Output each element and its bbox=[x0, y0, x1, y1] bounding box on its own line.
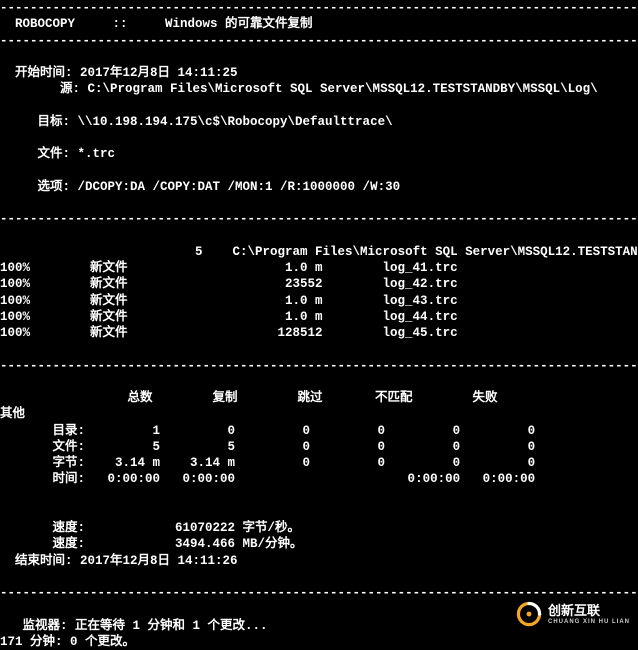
blank bbox=[0, 488, 638, 504]
speed-bytes: 速度: 61070222 字节/秒。 bbox=[0, 520, 638, 536]
file-row: 100% 新文件 1.0 m log_44.trc bbox=[0, 309, 638, 325]
start-time: 开始时间: 2017年12月8日 14:11:25 bbox=[0, 65, 638, 81]
summary-header: 总数 复制 跳过 不匹配 失败 bbox=[0, 390, 638, 406]
summary-other: 其他 bbox=[0, 406, 638, 422]
blank bbox=[0, 228, 638, 244]
file-pattern: 文件: *.trc bbox=[0, 146, 638, 162]
options: 选项: /DCOPY:DA /COPY:DAT /MON:1 /R:100000… bbox=[0, 179, 638, 195]
summary-files: 文件: 5 5 0 0 0 0 bbox=[0, 439, 638, 455]
end-time: 结束时间: 2017年12月8日 14:11:26 bbox=[0, 553, 638, 569]
blank bbox=[0, 130, 638, 146]
file-row: 100% 新文件 1.0 m log_41.trc bbox=[0, 260, 638, 276]
dir-count: 5 C:\Program Files\Microsoft SQL Server\… bbox=[0, 244, 638, 260]
speed-mb: 速度: 3494.466 MB/分钟。 bbox=[0, 536, 638, 552]
logo-icon bbox=[516, 601, 542, 627]
divider: ----------------------------------------… bbox=[0, 358, 638, 374]
blank bbox=[0, 374, 638, 390]
blank bbox=[0, 163, 638, 179]
target-path: 目标: \\10.198.194.175\c$\Robocopy\Default… bbox=[0, 114, 638, 130]
watermark-logo: 创新互联 CHUANG XIN HU LIAN bbox=[516, 601, 630, 627]
file-row: 100% 新文件 23552 log_42.trc bbox=[0, 276, 638, 292]
summary-time: 时间: 0:00:00 0:00:00 0:00:00 0:00:00 bbox=[0, 471, 638, 487]
blank bbox=[0, 49, 638, 65]
blank bbox=[0, 569, 638, 585]
logo-brand: 创新互联 bbox=[548, 604, 630, 617]
file-row: 100% 新文件 128512 log_45.trc bbox=[0, 325, 638, 341]
file-row: 100% 新文件 1.0 m log_43.trc bbox=[0, 293, 638, 309]
blank bbox=[0, 341, 638, 357]
waiting-status: 171 分钟: 0 个更改。 bbox=[0, 634, 638, 650]
summary-bytes: 字节: 3.14 m 3.14 m 0 0 0 0 bbox=[0, 455, 638, 471]
blank bbox=[0, 195, 638, 211]
divider: ----------------------------------------… bbox=[0, 33, 638, 49]
summary-dirs: 目录: 1 0 0 0 0 0 bbox=[0, 423, 638, 439]
divider: ----------------------------------------… bbox=[0, 211, 638, 227]
blank bbox=[0, 504, 638, 520]
divider: ----------------------------------------… bbox=[0, 585, 638, 601]
blank bbox=[0, 98, 638, 114]
logo-subtitle: CHUANG XIN HU LIAN bbox=[548, 619, 630, 625]
title: ROBOCOPY :: Windows 的可靠文件复制 bbox=[0, 16, 638, 32]
source-path: 源: C:\Program Files\Microsoft SQL Server… bbox=[0, 81, 638, 97]
divider: ----------------------------------------… bbox=[0, 0, 638, 16]
